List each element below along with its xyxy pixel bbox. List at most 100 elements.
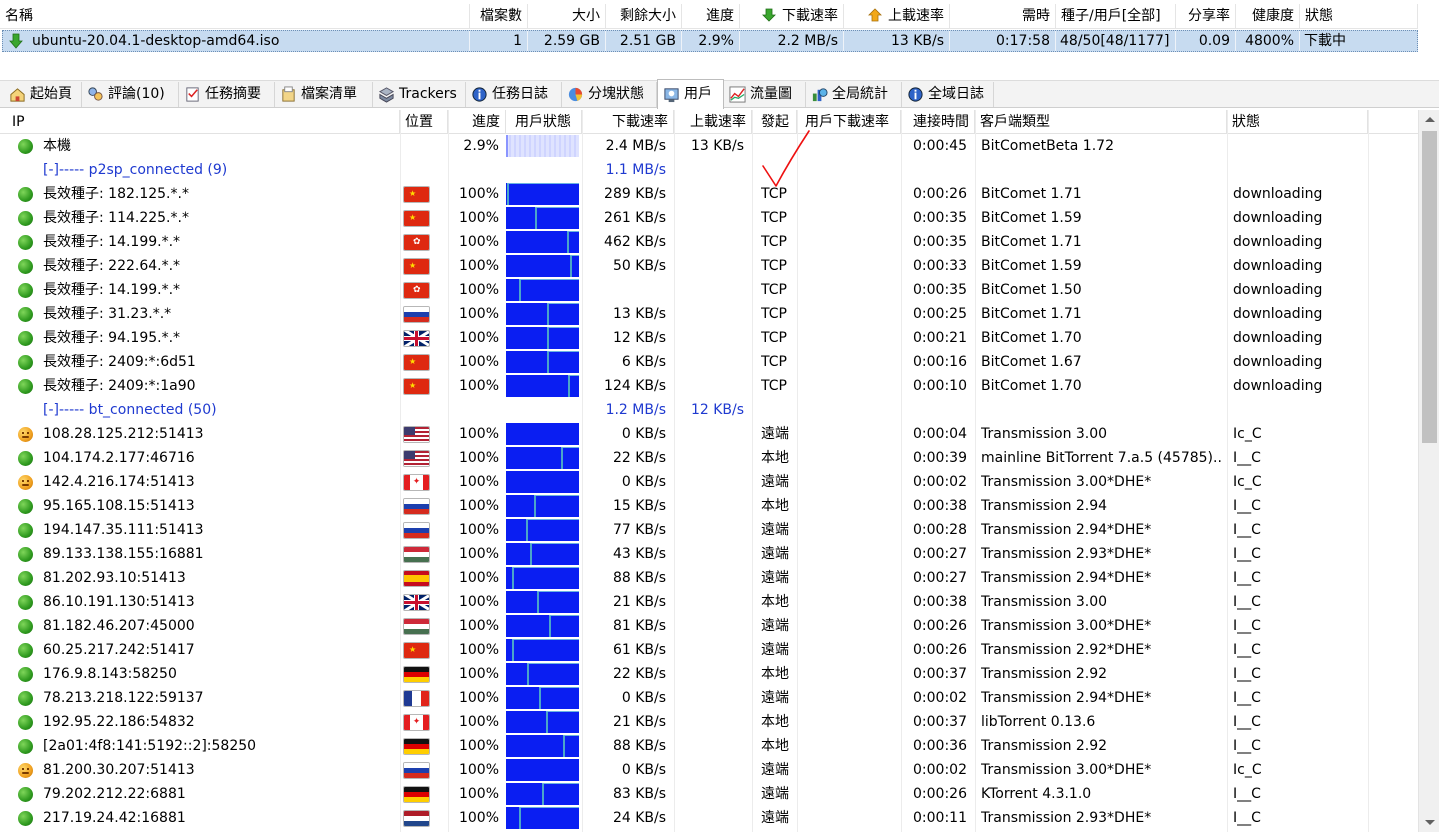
tab-9[interactable]: 全局統計: [806, 82, 902, 107]
tab-4[interactable]: Trackers: [373, 82, 466, 107]
table-row[interactable]: 217.19.24.42:16881 100% 24 KB/s 遠端 0:00:11 Tr…: [0, 806, 1418, 830]
table-row[interactable]: 194.147.35.111:51413 100% 77 KB/s 遠端 0:00:28…: [0, 518, 1418, 542]
task-list-pane: 名稱 檔案數 大小 剩餘大小 進度 下載速率 上載速率 需時 種子/用戶[全部]…: [0, 0, 1439, 74]
peer-client: Transmission 3.00*DHE*: [981, 762, 1152, 778]
tab-8[interactable]: 流量圖: [724, 82, 806, 107]
peer-progress: 100%: [458, 762, 499, 778]
task-row[interactable]: ubuntu-20.04.1-desktop-amd64.iso 1 2.59 …: [2, 30, 1418, 52]
col-conn-time-header[interactable]: 連接時間: [901, 110, 975, 134]
tab-5[interactable]: 任務日誌: [466, 82, 562, 107]
tab-2[interactable]: 任務摘要: [179, 82, 275, 107]
peer-down: 21 KB/s: [612, 594, 666, 610]
col-down-rate-header[interactable]: 下載速率: [740, 4, 844, 29]
peer-down: 13 KB/s: [612, 306, 666, 322]
col-health-header[interactable]: 健康度: [1236, 4, 1300, 29]
table-row[interactable]: ★ 長效種子: 222.64.*.* 100% 50 KB/s TCP 0:00:33 Bi…: [0, 254, 1418, 278]
peer-down: 88 KB/s: [612, 738, 666, 754]
col-status-header[interactable]: 狀態: [1300, 4, 1418, 29]
col-remaining-header[interactable]: 剩餘大小: [606, 4, 682, 29]
col-user-down-header[interactable]: 用戶下載速率: [797, 110, 901, 134]
flag-gb-icon: [403, 330, 430, 347]
scroll-thumb[interactable]: [1422, 131, 1437, 443]
tab-3[interactable]: 檔案清單: [275, 82, 373, 107]
table-row[interactable]: 86.10.191.130:51413 100% 21 KB/s 本地 0:00:38 T…: [0, 590, 1418, 614]
table-row[interactable]: 長效種子: 94.195.*.* 100% 12 KB/s TCP 0:00:21 Bit…: [0, 326, 1418, 350]
table-row[interactable]: 108.28.125.212:51413 100% 0 KB/s 遠端 0:00:04 T…: [0, 422, 1418, 446]
tab-10[interactable]: 全域日誌: [902, 82, 994, 107]
col-files-header[interactable]: 檔案數: [470, 4, 528, 29]
table-row[interactable]: ✿ 長效種子: 14.199.*.* 100% 462 KB/s TCP 0:00:35 B…: [0, 230, 1418, 254]
peer-progress: 100%: [458, 306, 499, 322]
peer-init: TCP: [761, 234, 787, 250]
peer-progress: 100%: [458, 546, 499, 562]
table-row[interactable]: 81.202.93.10:51413 100% 88 KB/s 遠端 0:00:27 Tr…: [0, 566, 1418, 590]
col-location-header[interactable]: 位置: [400, 110, 448, 134]
scroll-up-button[interactable]: [1419, 110, 1439, 130]
table-row[interactable]: 95.165.108.15:51413 100% 15 KB/s 本地 0:00:38 T…: [0, 494, 1418, 518]
peer-client: Transmission 2.92: [981, 666, 1108, 682]
sad-peer-icon: [18, 763, 33, 778]
tab-0[interactable]: 起始頁: [4, 82, 82, 107]
peer-down: 43 KB/s: [612, 546, 666, 562]
col-peer-progress-header[interactable]: 進度: [448, 110, 506, 134]
table-row[interactable]: ✦ 142.4.216.174:51413 100% 0 KB/s 遠端 0:00:02 T…: [0, 470, 1418, 494]
table-row[interactable]: ★ 長效種子: 182.125.*.* 100% 289 KB/s TCP 0:00:26…: [0, 182, 1418, 206]
peer-down: 12 KB/s: [612, 330, 666, 346]
peer-time: 0:00:28: [913, 522, 967, 538]
table-row[interactable]: ✿ 長效種子: 14.199.*.* 100% TCP 0:00:35 BitComet …: [0, 278, 1418, 302]
col-initiator-header[interactable]: 發起: [752, 110, 797, 134]
peer-progress-bar: [506, 663, 579, 685]
peer-state: downloading: [1233, 210, 1323, 226]
peer-list-scrollbar[interactable]: [1418, 110, 1439, 832]
table-row[interactable]: 81.200.30.207:51413 100% 0 KB/s 遠端 0:00:02 Tr…: [0, 758, 1418, 782]
table-row[interactable]: 79.202.212.22:6881 100% 83 KB/s 遠端 0:00:26 KT…: [0, 782, 1418, 806]
task-health: 4800%: [1245, 33, 1294, 49]
peer-ip: 78.213.218.122:59137: [43, 690, 204, 706]
table-row[interactable]: 78.213.218.122:59137 100% 0 KB/s 遠端 0:00:02 T…: [0, 686, 1418, 710]
tab-1[interactable]: 評論(10): [82, 82, 179, 107]
peer-state: downloading: [1233, 258, 1323, 274]
peer-init: TCP: [761, 258, 787, 274]
peer-time: 0:00:38: [913, 498, 967, 514]
table-row[interactable]: ★ 長效種子: 2409:*:1a90 100% 124 KB/s TCP 0:00:10…: [0, 374, 1418, 398]
col-share-header[interactable]: 分享率: [1176, 4, 1236, 29]
peer-group-row[interactable]: [-]----- p2sp_connected (9) 1.1 MB/s: [0, 158, 1418, 182]
peer-progress-bar: [506, 759, 579, 781]
peer-state: downloading: [1233, 186, 1323, 202]
summary-icon: [186, 87, 199, 102]
table-row[interactable]: ★ 60.25.217.242:51417 100% 61 KB/s 遠端 0:00:26…: [0, 638, 1418, 662]
green-peer-icon: [18, 571, 33, 586]
tab-7[interactable]: 用戶: [657, 79, 724, 109]
col-peer-status-header[interactable]: 用戶狀態: [506, 110, 582, 134]
col-name-header[interactable]: 名稱: [0, 4, 470, 29]
table-row[interactable]: ★ 長效種子: 2409:*:6d51 100% 6 KB/s TCP 0:00:16 Bi…: [0, 350, 1418, 374]
table-row[interactable]: 104.174.2.177:46716 100% 22 KB/s 本地 0:00:39 m…: [0, 446, 1418, 470]
col-ip-header[interactable]: IP: [0, 110, 400, 134]
col-client-header[interactable]: 客戶端類型: [975, 110, 1227, 134]
table-row[interactable]: [2a01:4f8:141:5192::2]:58250 100% 88 KB/s 本…: [0, 734, 1418, 758]
table-row[interactable]: ★ 長效種子: 114.225.*.* 100% 261 KB/s TCP 0:00:35…: [0, 206, 1418, 230]
table-row[interactable]: 176.9.8.143:58250 100% 22 KB/s 本地 0:00:37 Tra…: [0, 662, 1418, 686]
col-eta-header[interactable]: 需時: [950, 4, 1056, 29]
tab-6[interactable]: 分塊狀態: [562, 82, 657, 107]
peer-ip: 長效種子: 222.64.*.*: [43, 258, 181, 274]
table-row[interactable]: 長效種子: 31.23.*.* 100% 13 KB/s TCP 0:00:25 BitC…: [0, 302, 1418, 326]
peer-group-row[interactable]: [-]----- bt_connected (50) 1.2 MB/s 12 KB/…: [0, 398, 1418, 422]
col-peer-down-header[interactable]: 下載速率: [582, 110, 674, 134]
peer-state: I__C: [1233, 618, 1261, 634]
flag-ru-icon: [403, 522, 430, 539]
col-progress-header[interactable]: 進度: [682, 4, 740, 29]
table-row[interactable]: 本機 2.9% 2.4 MB/s 13 KB/s 0:00:45 BitCometBeta…: [0, 134, 1418, 158]
col-seeds-header[interactable]: 種子/用戶[全部]: [1056, 4, 1176, 29]
table-row[interactable]: 89.133.138.155:16881 100% 43 KB/s 遠端 0:00:27…: [0, 542, 1418, 566]
table-row[interactable]: ✦ 192.95.22.186:54832 100% 21 KB/s 本地 0:00:37…: [0, 710, 1418, 734]
col-peer-up-header[interactable]: 上載速率: [674, 110, 752, 134]
peer-progress-bar: [506, 471, 579, 493]
col-size-header[interactable]: 大小: [528, 4, 606, 29]
scroll-down-button[interactable]: [1419, 812, 1439, 832]
col-up-rate-header[interactable]: 上載速率: [844, 4, 950, 29]
col-state-header[interactable]: 狀態: [1227, 110, 1368, 134]
peer-progress: 100%: [458, 474, 499, 490]
table-row[interactable]: 81.182.46.207:45000 100% 81 KB/s 遠端 0:00:26 T…: [0, 614, 1418, 638]
peer-client: Transmission 2.94*DHE*: [981, 690, 1152, 706]
